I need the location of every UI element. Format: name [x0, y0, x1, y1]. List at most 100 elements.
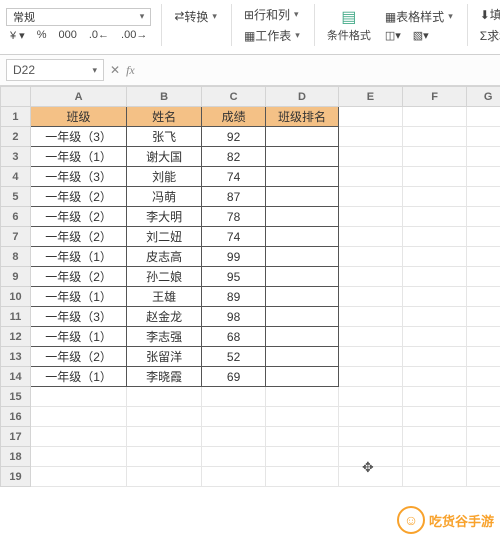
data-cell[interactable] — [467, 467, 500, 487]
data-cell[interactable] — [403, 187, 467, 207]
col-header[interactable]: C — [202, 87, 266, 107]
data-cell[interactable] — [338, 447, 402, 467]
data-cell[interactable]: 87 — [202, 187, 266, 207]
data-cell[interactable] — [403, 227, 467, 247]
percent-button[interactable]: % — [33, 28, 51, 43]
data-cell[interactable]: 98 — [202, 307, 266, 327]
data-cell[interactable] — [30, 447, 126, 467]
data-cell[interactable] — [403, 107, 467, 127]
data-cell[interactable] — [467, 187, 500, 207]
data-cell[interactable] — [30, 407, 126, 427]
data-cell[interactable] — [467, 407, 500, 427]
rowscols-button[interactable]: ⊞ 行和列 ▾ — [240, 5, 304, 24]
col-header[interactable]: F — [403, 87, 467, 107]
data-cell[interactable]: 李志强 — [127, 327, 202, 347]
data-cell[interactable] — [403, 247, 467, 267]
row-header[interactable]: 6 — [1, 207, 31, 227]
data-cell[interactable] — [403, 387, 467, 407]
cancel-icon[interactable]: ✕ — [110, 63, 120, 77]
data-cell[interactable] — [403, 327, 467, 347]
data-cell[interactable] — [266, 187, 339, 207]
data-cell[interactable]: 一年级（3） — [30, 167, 126, 187]
data-cell[interactable]: 一年级（3） — [30, 307, 126, 327]
data-cell[interactable]: 一年级（2） — [30, 347, 126, 367]
data-cell[interactable]: 冯萌 — [127, 187, 202, 207]
fx-icon[interactable]: fx — [126, 63, 135, 78]
data-cell[interactable] — [403, 167, 467, 187]
data-cell[interactable] — [467, 247, 500, 267]
data-cell[interactable]: 99 — [202, 247, 266, 267]
data-cell[interactable] — [266, 127, 339, 147]
data-cell[interactable] — [403, 207, 467, 227]
data-cell[interactable] — [338, 407, 402, 427]
data-cell[interactable] — [202, 407, 266, 427]
data-cell[interactable] — [266, 167, 339, 187]
data-cell[interactable] — [266, 407, 339, 427]
select-all-corner[interactable] — [1, 87, 31, 107]
row-header[interactable]: 18 — [1, 447, 31, 467]
data-cell[interactable] — [127, 467, 202, 487]
row-header[interactable]: 1 — [1, 107, 31, 127]
data-cell[interactable] — [338, 307, 402, 327]
data-cell[interactable] — [467, 327, 500, 347]
data-cell[interactable]: 一年级（1） — [30, 247, 126, 267]
data-cell[interactable] — [467, 167, 500, 187]
data-cell[interactable]: 谢大国 — [127, 147, 202, 167]
fill-button[interactable]: ⬇ 填充 ▾ — [476, 5, 500, 24]
data-cell[interactable] — [266, 447, 339, 467]
data-cell[interactable] — [403, 267, 467, 287]
data-cell[interactable]: 王雄 — [127, 287, 202, 307]
row-header[interactable]: 16 — [1, 407, 31, 427]
data-cell[interactable] — [30, 467, 126, 487]
cond-format-button[interactable]: ▤ 条件格式 — [323, 5, 375, 45]
data-cell[interactable] — [266, 307, 339, 327]
data-cell[interactable] — [338, 107, 402, 127]
data-cell[interactable] — [266, 287, 339, 307]
convert-button[interactable]: ⇄ 转换 ▾ — [170, 7, 221, 26]
row-header[interactable]: 19 — [1, 467, 31, 487]
data-cell[interactable]: 皮志高 — [127, 247, 202, 267]
increase-decimal-button[interactable]: .00→ — [117, 28, 151, 43]
row-header[interactable]: 7 — [1, 227, 31, 247]
data-cell[interactable] — [403, 147, 467, 167]
col-header[interactable]: E — [338, 87, 402, 107]
comma-button[interactable]: 000 — [54, 28, 80, 43]
data-cell[interactable] — [338, 247, 402, 267]
data-cell[interactable]: 92 — [202, 127, 266, 147]
data-cell[interactable]: 95 — [202, 267, 266, 287]
row-header[interactable]: 2 — [1, 127, 31, 147]
data-cell[interactable] — [338, 367, 402, 387]
data-cell[interactable] — [338, 227, 402, 247]
data-cell[interactable]: 张留洋 — [127, 347, 202, 367]
col-header[interactable]: B — [127, 87, 202, 107]
data-cell[interactable]: 一年级（1） — [30, 287, 126, 307]
data-cell[interactable] — [403, 447, 467, 467]
currency-button[interactable]: ¥ ▾ — [6, 28, 29, 43]
data-cell[interactable] — [266, 427, 339, 447]
data-cell[interactable]: 一年级（2） — [30, 267, 126, 287]
data-cell[interactable]: 一年级（1） — [30, 147, 126, 167]
data-cell[interactable] — [403, 287, 467, 307]
data-cell[interactable] — [467, 107, 500, 127]
data-cell[interactable]: 68 — [202, 327, 266, 347]
data-cell[interactable]: 一年级（2） — [30, 207, 126, 227]
row-header[interactable]: 10 — [1, 287, 31, 307]
data-cell[interactable]: 89 — [202, 287, 266, 307]
data-cell[interactable]: 赵金龙 — [127, 307, 202, 327]
data-cell[interactable]: 74 — [202, 167, 266, 187]
data-cell[interactable] — [467, 267, 500, 287]
row-header[interactable]: 15 — [1, 387, 31, 407]
data-cell[interactable] — [127, 427, 202, 447]
row-header[interactable]: 17 — [1, 427, 31, 447]
data-cell[interactable]: 班级 — [30, 107, 126, 127]
data-cell[interactable] — [467, 387, 500, 407]
data-cell[interactable] — [403, 367, 467, 387]
data-cell[interactable] — [202, 427, 266, 447]
data-cell[interactable] — [338, 347, 402, 367]
data-cell[interactable] — [403, 347, 467, 367]
data-cell[interactable] — [403, 307, 467, 327]
data-cell[interactable] — [338, 147, 402, 167]
data-cell[interactable]: 孙二娘 — [127, 267, 202, 287]
data-cell[interactable] — [338, 427, 402, 447]
data-cell[interactable] — [266, 147, 339, 167]
